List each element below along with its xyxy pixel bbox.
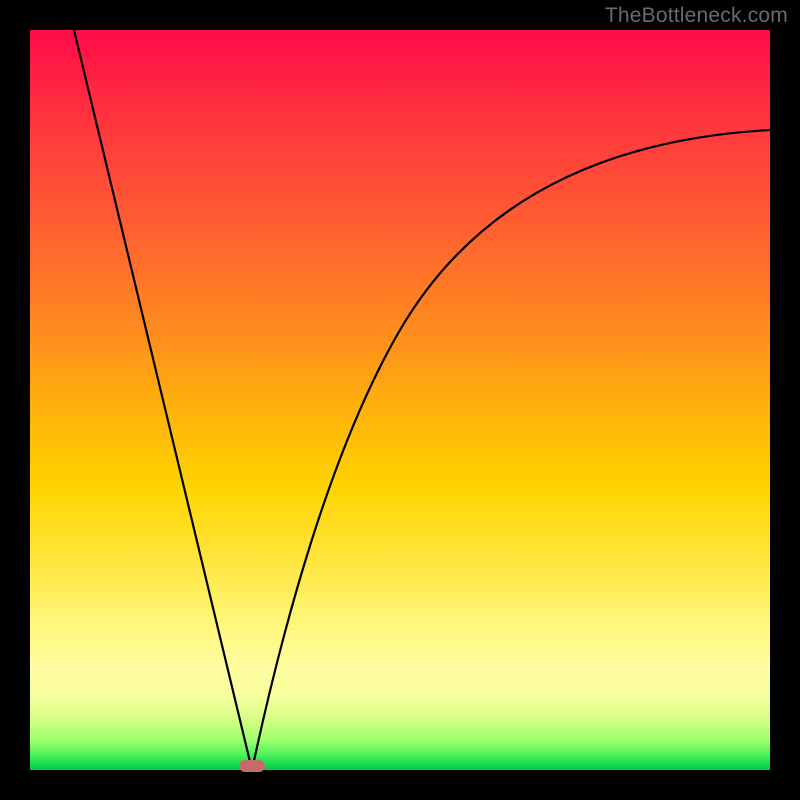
plot-area — [30, 30, 770, 770]
bottleneck-curve — [30, 30, 770, 770]
chart-frame: TheBottleneck.com — [0, 0, 800, 800]
curve-left-branch — [74, 30, 252, 770]
watermark-text: TheBottleneck.com — [605, 4, 788, 28]
optimal-marker — [239, 760, 265, 772]
curve-right-branch — [252, 130, 770, 770]
